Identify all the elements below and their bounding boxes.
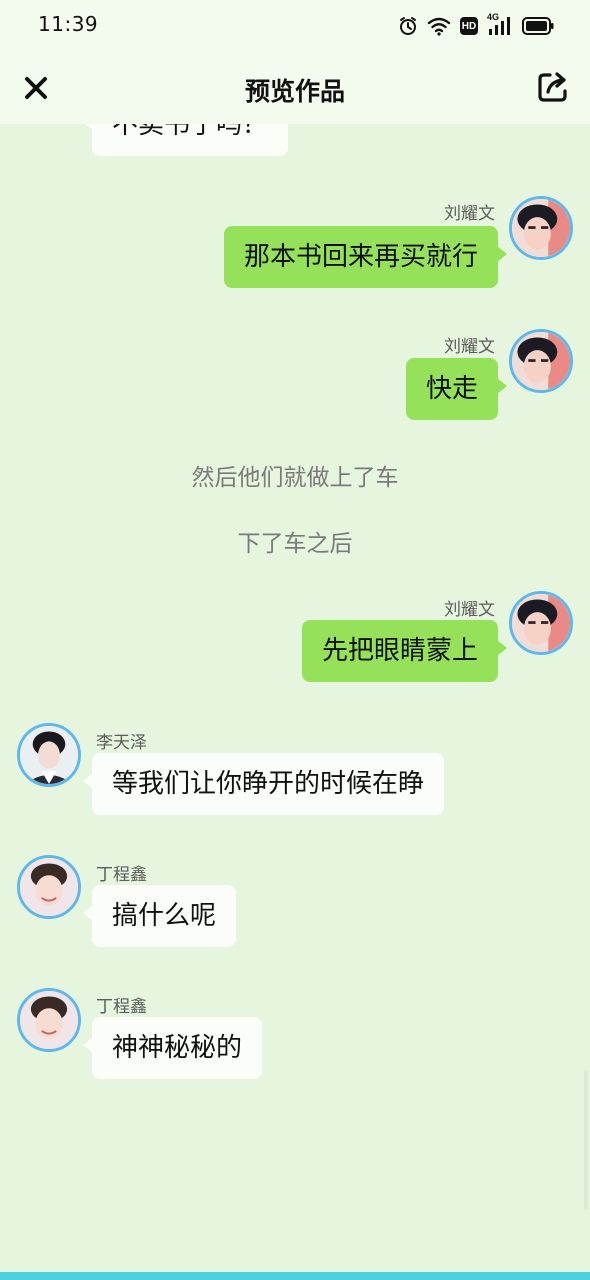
- signal-4g-icon: 4G: [487, 12, 513, 37]
- message-bubble[interactable]: 不卖书了吗？: [82, 124, 289, 156]
- avatar[interactable]: [509, 196, 573, 260]
- status-icons: HD 4G: [398, 12, 554, 40]
- chat-area[interactable]: 不卖书了吗？ 刘耀文 那本书回来再买就行 刘耀文 快走 然后他们就做上了车 下了…: [0, 124, 590, 1272]
- hd-icon: HD: [460, 17, 478, 35]
- scrollbar[interactable]: [584, 1070, 588, 1210]
- wifi-icon: [427, 16, 451, 36]
- top-bar: 11:39 HD 4G 预览作品: [0, 0, 590, 124]
- status-time: 11:39: [38, 12, 99, 36]
- message-bubble[interactable]: 搞什么呢: [82, 885, 237, 947]
- message-bubble[interactable]: 神神秘秘的: [82, 1017, 263, 1079]
- battery-icon: [522, 17, 554, 35]
- message-bubble[interactable]: 先把眼睛蒙上: [301, 620, 508, 682]
- avatar[interactable]: [17, 723, 81, 787]
- sender-name: 刘耀文: [444, 204, 495, 224]
- message-bubble[interactable]: 等我们让你睁开的时候在睁: [82, 753, 445, 815]
- alarm-icon: [398, 16, 418, 36]
- avatar[interactable]: [509, 591, 573, 655]
- share-icon[interactable]: [536, 70, 570, 104]
- message-bubble[interactable]: 那本书回来再买就行: [223, 226, 508, 288]
- narration-text: 然后他们就做上了车: [191, 465, 399, 491]
- avatar[interactable]: [17, 988, 81, 1052]
- message-bubble[interactable]: 快走: [405, 358, 508, 420]
- sender-name: 丁程鑫: [96, 997, 147, 1017]
- sender-name: 丁程鑫: [96, 865, 147, 885]
- avatar[interactable]: [509, 329, 573, 393]
- sender-name: 刘耀文: [444, 600, 495, 620]
- avatar[interactable]: [17, 855, 81, 919]
- sender-name: 刘耀文: [444, 337, 495, 357]
- page-title: 预览作品: [244, 77, 345, 106]
- narration-text: 下了车之后: [237, 531, 353, 557]
- bottom-strip: [0, 1272, 590, 1280]
- sender-name: 李天泽: [96, 733, 147, 753]
